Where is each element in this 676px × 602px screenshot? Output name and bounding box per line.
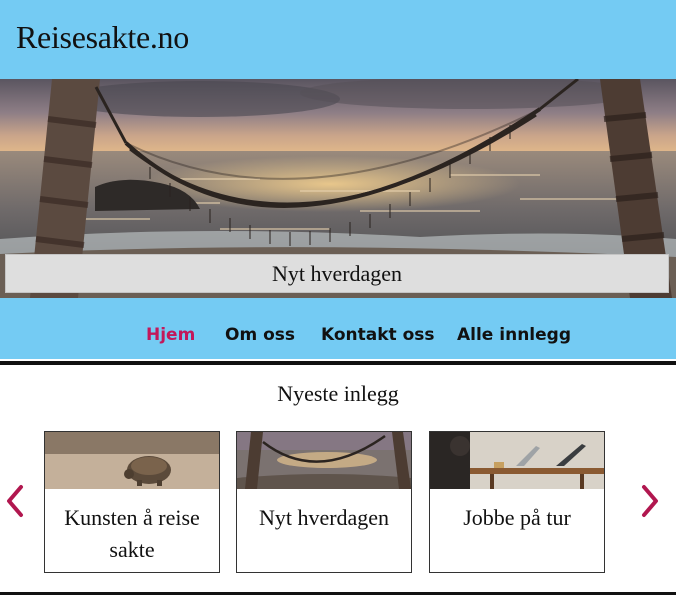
nav-item-om-oss[interactable]: Om oss — [225, 325, 295, 345]
post-card[interactable]: Jobbe på tur — [429, 431, 605, 573]
hammock-beach-photo — [237, 432, 411, 489]
post-card[interactable]: Kunsten å reise sakte — [44, 431, 220, 573]
site-title[interactable]: Reisesakte.no — [16, 19, 189, 56]
tortoise-photo — [45, 432, 219, 489]
laptop-desk-photo — [430, 432, 604, 489]
main-nav: Hjem Om oss Kontakt oss Alle innlegg — [0, 298, 676, 359]
chevron-right-icon[interactable] — [640, 484, 660, 518]
section-divider-bottom — [0, 592, 676, 595]
hero-banner: Nyt hverdagen — [0, 79, 676, 298]
post-card-title: Nyt hverdagen — [258, 505, 390, 530]
hero-caption: Nyt hverdagen — [5, 254, 669, 293]
post-card-title: Kunsten å reise sakte — [64, 505, 200, 562]
nav-item-hjem[interactable]: Hjem — [146, 325, 195, 345]
post-card-title: Jobbe på tur — [463, 505, 571, 530]
nav-item-kontakt-oss[interactable]: Kontakt oss — [321, 325, 435, 345]
chevron-left-icon[interactable] — [5, 484, 25, 518]
nav-item-alle-innlegg[interactable]: Alle innlegg — [457, 325, 571, 345]
latest-posts-heading: Nyeste inlegg — [277, 381, 399, 406]
post-card[interactable]: Nyt hverdagen — [236, 431, 412, 573]
section-divider-top — [0, 361, 676, 365]
site-header: Reisesakte.no — [0, 0, 676, 79]
